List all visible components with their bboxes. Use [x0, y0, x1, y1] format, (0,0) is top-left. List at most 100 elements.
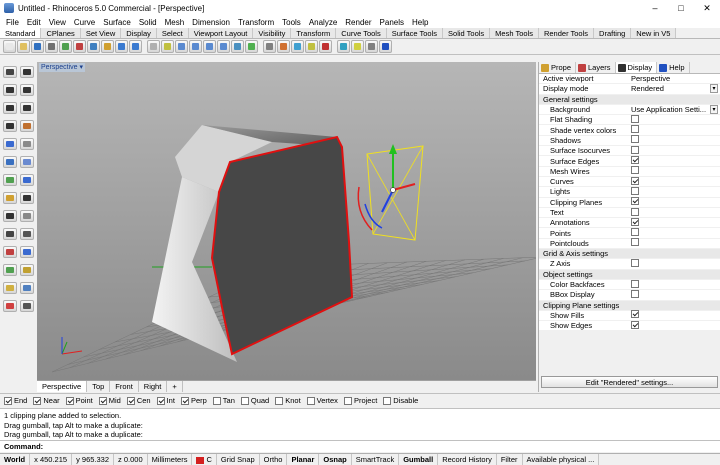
property-row-clipping-planes[interactable]: Clipping Planes — [539, 197, 720, 208]
zoom-button[interactable] — [175, 40, 188, 53]
osnap-mid-checkbox[interactable] — [98, 396, 107, 405]
array-tool[interactable] — [20, 228, 34, 240]
osnap-disable[interactable]: Disable — [383, 396, 418, 405]
explode-tool[interactable] — [20, 264, 34, 276]
render-tool[interactable] — [3, 300, 17, 312]
show-fills-checkbox[interactable] — [631, 310, 639, 319]
new-button[interactable] — [3, 40, 16, 53]
import-button[interactable] — [59, 40, 72, 53]
toggle-filter[interactable]: Filter — [497, 454, 523, 465]
menu-file[interactable]: File — [2, 18, 23, 27]
toolbar-tab-set-view[interactable]: Set View — [80, 28, 122, 38]
osnap-mid[interactable]: Mid — [98, 396, 121, 405]
osnap-quad-checkbox[interactable] — [240, 396, 249, 405]
split-tool[interactable] — [20, 246, 34, 258]
menu-analyze[interactable]: Analyze — [305, 18, 341, 27]
menu-curve[interactable]: Curve — [70, 18, 99, 27]
clipping-planes-checkbox[interactable] — [631, 197, 639, 206]
material-button[interactable] — [337, 40, 350, 53]
menu-render[interactable]: Render — [341, 18, 375, 27]
undo-button[interactable] — [115, 40, 128, 53]
toolbar-tab-select[interactable]: Select — [156, 28, 189, 38]
boolean-tool[interactable] — [20, 174, 34, 186]
edit-display-mode-button[interactable]: Edit "Rendered" settings... — [541, 376, 718, 388]
solid-edit-tool[interactable] — [3, 192, 17, 204]
sphere-tool[interactable] — [20, 156, 34, 168]
toolbar-tab-mesh-tools[interactable]: Mesh Tools — [490, 28, 539, 38]
polygon-tool[interactable] — [3, 120, 17, 132]
group-tool[interactable] — [3, 282, 17, 294]
join-tool[interactable] — [3, 264, 17, 276]
dropdown-arrow-icon[interactable]: ▾ — [710, 105, 718, 115]
osnap-vertex[interactable]: Vertex — [306, 396, 338, 405]
close-button[interactable]: ✕ — [694, 0, 720, 16]
surface-tool[interactable] — [3, 138, 17, 150]
shadows-checkbox[interactable] — [631, 135, 639, 144]
property-row-flat-shading[interactable]: Flat Shading — [539, 114, 720, 126]
copy-button[interactable] — [87, 40, 100, 53]
properties-button[interactable] — [291, 40, 304, 53]
viewport-tab-right[interactable]: Right — [139, 381, 168, 392]
viewport-title[interactable]: Perspective ▾ — [39, 63, 86, 72]
osnap-project-checkbox[interactable] — [343, 396, 352, 405]
dimension-tool[interactable] — [20, 192, 34, 204]
redo-button[interactable] — [129, 40, 142, 53]
property-row-surface-edges[interactable]: Surface Edges — [539, 156, 720, 167]
dropdown-arrow-icon[interactable]: ▾ — [710, 84, 718, 94]
shade-vertex-colors-checkbox[interactable] — [631, 125, 639, 134]
toolbar-tab-curve-tools[interactable]: Curve Tools — [336, 28, 387, 38]
mesh-wires-checkbox[interactable] — [631, 166, 639, 175]
text-checkbox[interactable] — [631, 207, 639, 216]
select-button[interactable] — [263, 40, 276, 53]
osnap-end[interactable]: End — [4, 396, 27, 405]
property-row-color-backfaces[interactable]: Color Backfaces — [539, 279, 720, 291]
property-row-annotations[interactable]: Annotations — [539, 217, 720, 229]
toolbar-tab-render-tools[interactable]: Render Tools — [538, 28, 595, 38]
arc-tool[interactable] — [3, 102, 17, 114]
property-row-surface-isocurves[interactable]: Surface Isocurves — [539, 145, 720, 157]
toggle-gumball[interactable]: Gumball — [399, 454, 439, 465]
lights-checkbox[interactable] — [631, 186, 639, 195]
osnap-disable-checkbox[interactable] — [383, 396, 392, 405]
menu-surface[interactable]: Surface — [99, 18, 135, 27]
circle-tool[interactable] — [20, 84, 34, 96]
paste-button[interactable] — [101, 40, 114, 53]
osnap-cen[interactable]: Cen — [126, 396, 151, 405]
curves-checkbox[interactable] — [631, 176, 639, 185]
toggle-smarttrack[interactable]: SmartTrack — [352, 454, 400, 465]
toggle-planar[interactable]: Planar — [287, 454, 320, 465]
add-viewport-tab-button[interactable]: + — [167, 381, 183, 392]
zoom-selected-button[interactable] — [217, 40, 230, 53]
box-tool[interactable] — [3, 156, 17, 168]
curve-tool[interactable] — [3, 84, 17, 96]
viewport-layout-button[interactable] — [245, 40, 258, 53]
annotations-checkbox[interactable] — [631, 217, 639, 226]
property-row-show-fills[interactable]: Show Fills — [539, 310, 720, 322]
flat-shading-checkbox[interactable] — [631, 114, 639, 123]
osnap-end-checkbox[interactable] — [4, 396, 12, 405]
object-snap-button[interactable] — [305, 40, 318, 53]
viewport-tab-front[interactable]: Front — [110, 381, 139, 392]
toggle-record-history[interactable]: Record History — [438, 454, 497, 465]
menu-dimension[interactable]: Dimension — [188, 18, 234, 27]
viewport-tab-perspective[interactable]: Perspective — [37, 381, 88, 392]
panel-tab-help[interactable]: Help — [657, 62, 690, 73]
pan-button[interactable] — [147, 40, 160, 53]
osnap-point[interactable]: Point — [65, 396, 93, 405]
toolbar-tab-visibility[interactable]: Visibility — [253, 28, 292, 38]
units-indicator[interactable]: Millimeters — [148, 454, 193, 465]
layout-tool[interactable] — [20, 300, 34, 312]
text-tool[interactable] — [3, 210, 17, 222]
property-row-mesh-wires[interactable]: Mesh Wires — [539, 166, 720, 177]
toolbar-tab-viewport-layout[interactable]: Viewport Layout — [188, 28, 254, 38]
zoom-window-button[interactable] — [189, 40, 202, 53]
save-button[interactable] — [31, 40, 44, 53]
osnap-cen-checkbox[interactable] — [126, 396, 135, 405]
menu-transform[interactable]: Transform — [234, 18, 278, 27]
menu-panels[interactable]: Panels — [376, 18, 408, 27]
property-row-text[interactable]: Text — [539, 207, 720, 219]
osnap-near[interactable]: Near — [33, 396, 60, 405]
pointclouds-checkbox[interactable] — [631, 238, 639, 247]
toolbar-tab-standard[interactable]: Standard — [0, 28, 42, 38]
toolbar-tab-new-in-v5[interactable]: New in V5 — [631, 28, 677, 38]
